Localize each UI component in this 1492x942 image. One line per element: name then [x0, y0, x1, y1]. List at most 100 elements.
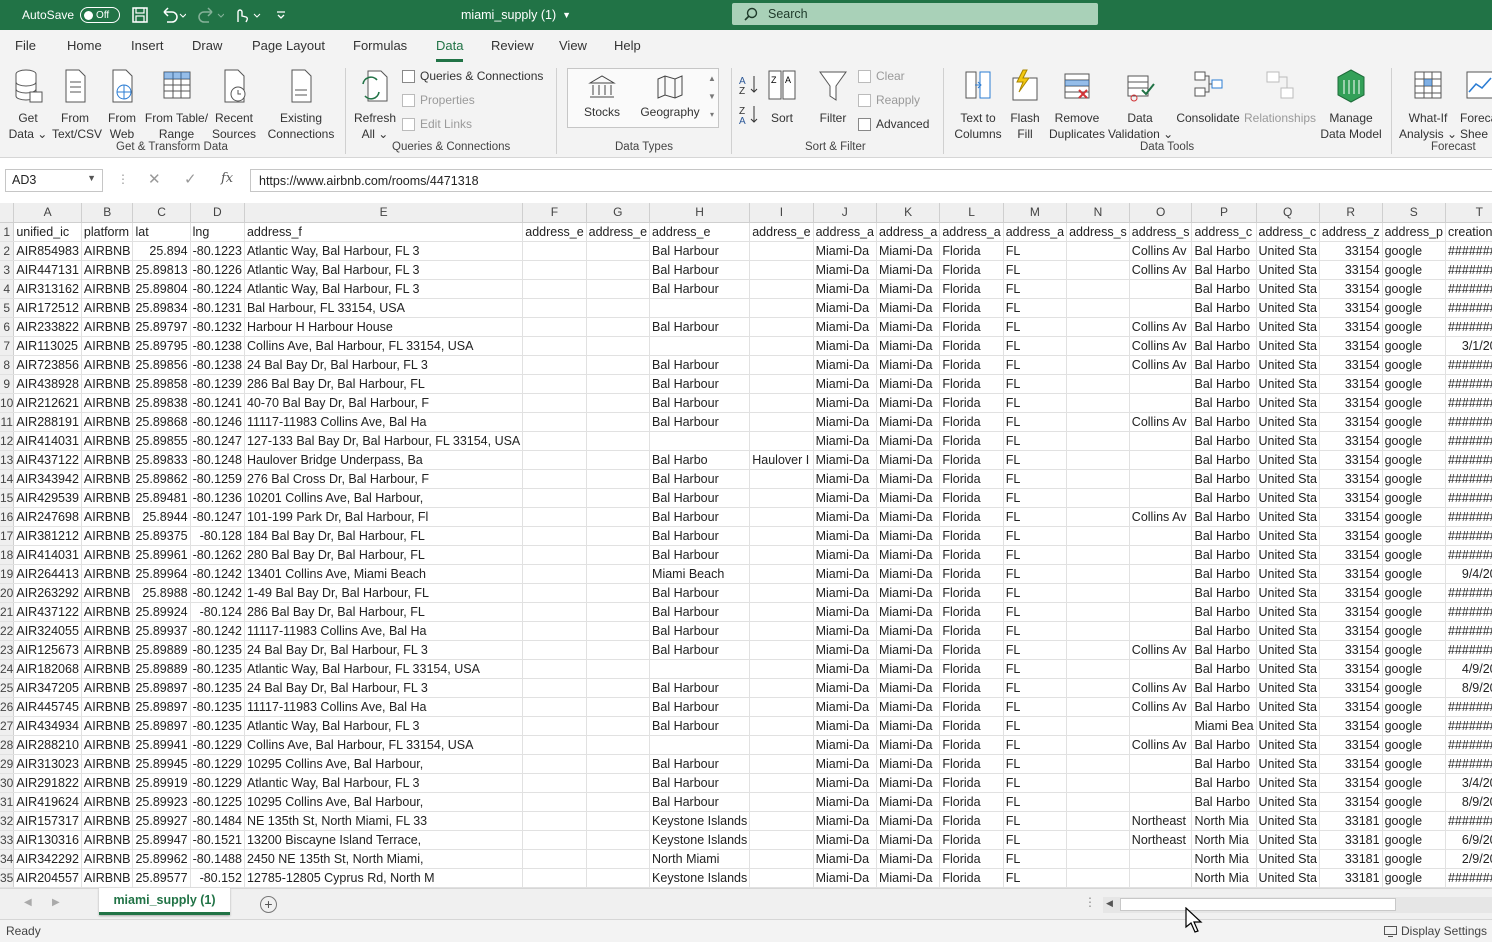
cell[interactable]: FL [1003, 602, 1068, 622]
cell[interactable]: 33154 [1319, 488, 1383, 508]
tab-splitter-icon[interactable]: ⋮ [1084, 895, 1096, 909]
cell[interactable]: 276 Bal Cross Dr, Bal Harbour, F [244, 469, 524, 489]
cell[interactable]: FL [1003, 735, 1068, 755]
cell[interactable]: google [1382, 792, 1446, 812]
cell[interactable] [1066, 792, 1130, 812]
cell[interactable] [749, 412, 814, 432]
cell[interactable]: AIR445745 [13, 697, 82, 717]
row-header[interactable]: 9 [0, 374, 15, 394]
cell[interactable] [586, 241, 651, 261]
cell[interactable]: FL [1003, 564, 1068, 584]
what-if-analysis-button[interactable]: What-If Analysis ⌄ [1398, 68, 1458, 142]
cell[interactable]: Bal Harbo [1191, 336, 1257, 356]
cell[interactable]: Miami-Da [876, 735, 941, 755]
cell[interactable]: Bal Harbour, FL 33154, USA [244, 298, 524, 318]
cell[interactable]: Miami-Da [813, 412, 877, 432]
cell[interactable]: Florida [939, 279, 1004, 299]
cell[interactable] [522, 279, 587, 299]
cell[interactable] [749, 374, 814, 394]
cell[interactable]: Miami-Da [876, 792, 941, 812]
cell[interactable] [749, 621, 814, 641]
cell[interactable] [1066, 336, 1130, 356]
cell[interactable] [586, 469, 651, 489]
cell[interactable]: 13200 Biscayne Island Terrace, [244, 830, 524, 850]
cell[interactable]: Miami-Da [813, 469, 877, 489]
cell[interactable]: AIRBNB [81, 583, 134, 603]
cell[interactable]: ######### [1445, 526, 1492, 546]
cell[interactable] [1129, 298, 1193, 318]
column-header[interactable]: Q [1256, 203, 1320, 223]
cell[interactable]: google [1382, 716, 1446, 736]
cell[interactable] [522, 678, 587, 698]
cell[interactable]: Northeast [1129, 811, 1193, 831]
cell[interactable]: United Sta [1256, 792, 1320, 812]
cell[interactable]: Miami-Da [876, 716, 941, 736]
cell[interactable] [1066, 659, 1130, 679]
cell[interactable]: google [1382, 526, 1446, 546]
cell[interactable] [586, 298, 651, 318]
cell[interactable]: Florida [939, 773, 1004, 793]
cell[interactable]: Bal Harbour [649, 260, 751, 280]
cell[interactable]: 33154 [1319, 583, 1383, 603]
cell[interactable]: North Mia [1191, 868, 1257, 888]
cell[interactable] [1066, 754, 1130, 774]
cell[interactable]: Bal Harbour [649, 469, 751, 489]
cell[interactable]: Florida [939, 241, 1004, 261]
cell[interactable]: Florida [939, 868, 1004, 888]
cell[interactable]: ######### [1445, 488, 1492, 508]
cell[interactable]: Miami-Da [876, 336, 941, 356]
row-header[interactable]: 1 [0, 222, 15, 242]
cell[interactable]: Atlantic Way, Bal Harbour, FL 3 [244, 716, 524, 736]
cell[interactable] [522, 754, 587, 774]
cell[interactable]: 33154 [1319, 792, 1383, 812]
cell[interactable] [1066, 241, 1130, 261]
cell[interactable] [1066, 355, 1130, 375]
cell[interactable]: AIR233822 [13, 317, 82, 337]
tab-draw[interactable]: Draw [192, 38, 222, 53]
existing-connections-button[interactable]: Existing Connections [264, 68, 338, 142]
cell[interactable]: Collins Av [1129, 260, 1193, 280]
cell[interactable]: google [1382, 811, 1446, 831]
cell[interactable]: United Sta [1256, 868, 1320, 888]
cell[interactable]: Collins Ave, Bal Harbour, FL 33154, USA [244, 735, 524, 755]
column-header[interactable]: N [1066, 203, 1130, 223]
cell[interactable] [522, 450, 587, 470]
cell[interactable] [749, 830, 814, 850]
column-header[interactable]: P [1191, 203, 1257, 223]
cell[interactable]: google [1382, 830, 1446, 850]
cell[interactable] [1066, 260, 1130, 280]
cell[interactable]: address_c [1256, 222, 1320, 242]
cell[interactable]: address_a [876, 222, 941, 242]
cell[interactable]: Miami-Da [813, 431, 877, 451]
cell[interactable]: -80.1484 [190, 811, 245, 831]
cell[interactable]: ######### [1445, 621, 1492, 641]
column-header[interactable]: R [1319, 203, 1383, 223]
cell[interactable]: Miami-Da [813, 792, 877, 812]
name-box[interactable]: AD3 ▼ [5, 169, 103, 192]
cell[interactable] [1066, 773, 1130, 793]
scrollbar-thumb[interactable] [1120, 898, 1396, 911]
cell[interactable] [749, 488, 814, 508]
tab-formulas[interactable]: Formulas [353, 38, 407, 53]
cell[interactable]: Miami-Da [876, 298, 941, 318]
cell[interactable] [522, 317, 587, 337]
cell[interactable]: address_e [649, 222, 751, 242]
cell[interactable]: NE 135th St, North Miami, FL 33 [244, 811, 524, 831]
add-sheet-icon[interactable]: + [260, 896, 277, 913]
cell[interactable]: -80.1246 [190, 412, 245, 432]
cell[interactable]: 4/9/2017 [1445, 659, 1492, 679]
cell[interactable]: -80.1521 [190, 830, 245, 850]
cell[interactable] [522, 507, 587, 527]
row-header[interactable]: 35 [0, 868, 15, 888]
cell[interactable] [1066, 868, 1130, 888]
cell[interactable]: Bal Harbo [1191, 545, 1257, 565]
cell[interactable]: ######### [1445, 545, 1492, 565]
cell[interactable]: AIR342292 [13, 849, 82, 869]
sort-button[interactable]: ZA Sort [764, 68, 800, 126]
cell[interactable]: google [1382, 450, 1446, 470]
row-header[interactable]: 12 [0, 431, 15, 451]
cell[interactable]: United Sta [1256, 279, 1320, 299]
cell[interactable]: AIR157317 [13, 811, 82, 831]
cell[interactable]: google [1382, 374, 1446, 394]
column-header[interactable]: E [244, 203, 524, 223]
